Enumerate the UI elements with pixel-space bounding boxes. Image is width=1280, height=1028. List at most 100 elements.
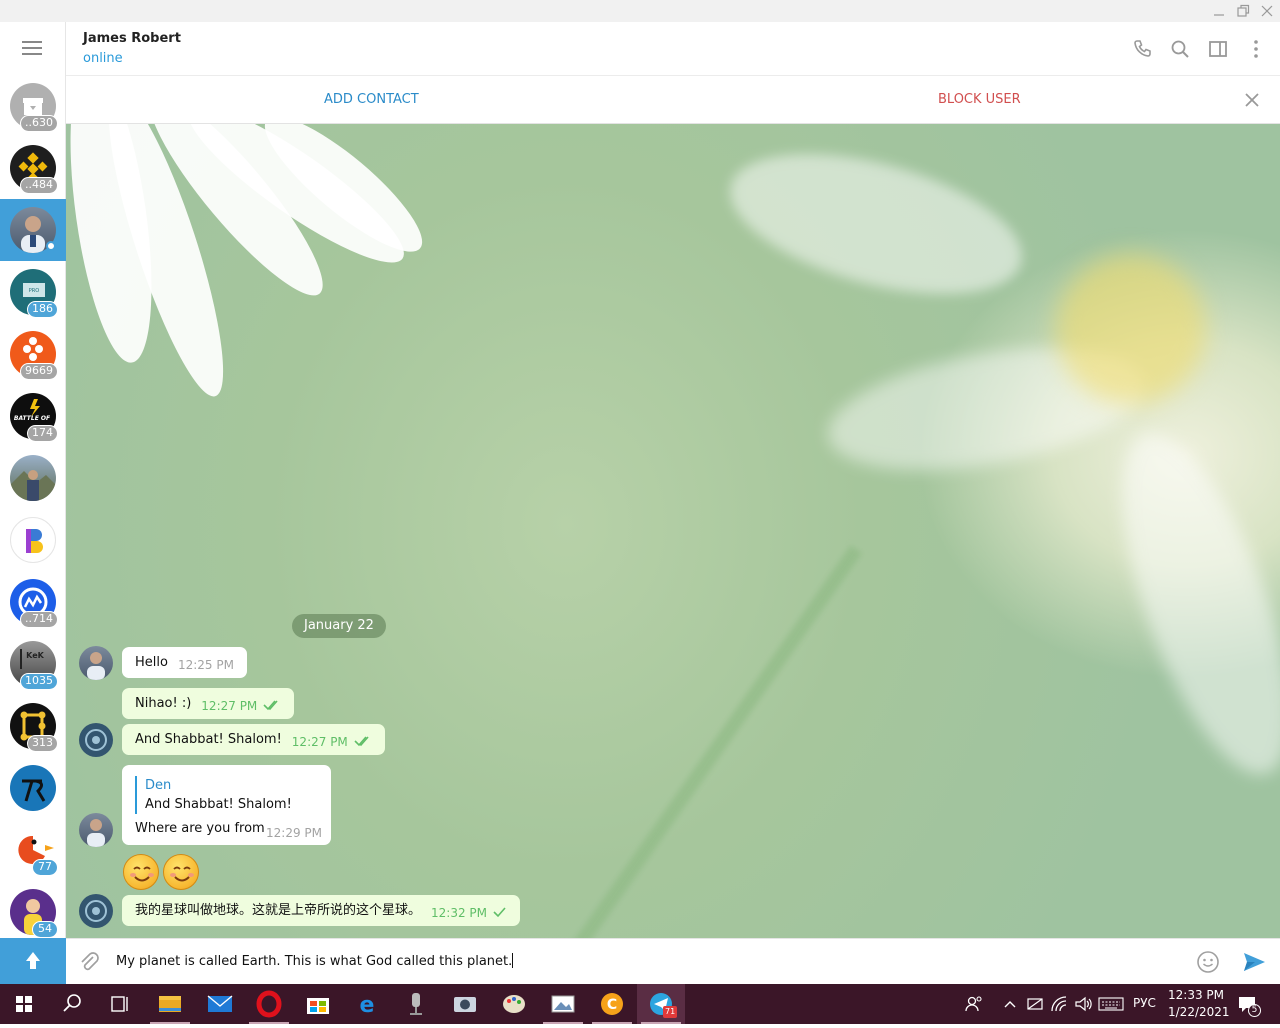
send-icon[interactable] <box>1241 949 1267 975</box>
keyboard-icon[interactable] <box>1098 996 1124 1012</box>
taskbar-clock[interactable]: 12:33 PM 1/22/2021 <box>1168 987 1230 1021</box>
unread-badge: 9669 <box>20 363 58 380</box>
message-text: Nihao! :) <box>135 696 192 711</box>
reply-message-bubble[interactable]: Den And Shabbat! Shalom! Where are you f… <box>122 765 331 845</box>
chat-item-mountain-person[interactable] <box>10 455 56 501</box>
sidebar-toggle-icon[interactable] <box>1206 37 1230 61</box>
chat-item-battle-of-traders[interactable]: BATTLE OF 174 <box>10 393 58 442</box>
search-button[interactable] <box>48 984 96 1024</box>
chevron-up-icon[interactable] <box>1002 996 1018 1012</box>
chat-item-tr-logo[interactable] <box>10 765 56 811</box>
chat-item-kick[interactable]: KeK 1035 <box>10 641 58 690</box>
close-window-button[interactable] <box>1259 3 1275 19</box>
chat-item-ring-gold[interactable]: 313 <box>10 703 58 752</box>
opera-button[interactable] <box>245 984 293 1024</box>
unread-badge: ..484 <box>20 177 58 194</box>
tr-logo-icon <box>10 765 56 811</box>
mountain-person-avatar <box>10 455 56 501</box>
chat-item-james-robert[interactable] <box>10 207 56 253</box>
chat-item-pro-blockchain[interactable]: PRO 186 <box>10 269 58 318</box>
message-time: 12:27 PM <box>201 699 258 713</box>
microphone-app-button[interactable] <box>392 984 440 1024</box>
telegram-taskbar-button[interactable]: 71 <box>637 984 685 1024</box>
input-indicator-icon[interactable] <box>1026 995 1044 1013</box>
chat-item-pacman-bird[interactable]: 77 <box>10 827 58 876</box>
add-contact-button[interactable]: ADD CONTACT <box>324 92 419 107</box>
chat-list-sidebar: ..630 ..484 PRO 186 9669 BATTLE OF 174 .… <box>0 22 66 984</box>
more-options-icon[interactable] <box>1244 37 1268 61</box>
unread-badge: 77 <box>32 859 58 876</box>
reply-quoted-text[interactable]: And Shabbat! Shalom! <box>145 797 292 812</box>
peer-name[interactable]: James Robert <box>83 31 181 46</box>
single-check-icon <box>493 899 507 930</box>
start-button[interactable] <box>0 984 48 1024</box>
message-text: Hello <box>135 655 168 670</box>
scroll-to-top-button[interactable] <box>0 938 66 984</box>
chat-item-bitcoin-b[interactable] <box>10 517 56 563</box>
svg-text:KeK: KeK <box>26 651 44 660</box>
camera-app-button[interactable] <box>441 984 489 1024</box>
message-text: And Shabbat! Shalom! <box>135 732 282 747</box>
message-bubble[interactable]: Nihao! :) 12:27 PM <box>122 688 295 719</box>
message-time: 12:29 PM <box>266 826 322 840</box>
james-robert-avatar[interactable] <box>79 813 113 847</box>
unread-badge: ..630 <box>20 115 58 132</box>
photos-button[interactable] <box>539 984 587 1024</box>
c-app-button[interactable]: C <box>588 984 636 1024</box>
people-icon[interactable] <box>964 994 984 1014</box>
chat-item-binance[interactable]: ..484 <box>10 145 58 194</box>
windows-taskbar: e C 71 РУС 12:33 PM 1/22/2021 5 <box>0 984 1280 1024</box>
clock-time: 12:33 PM <box>1168 988 1224 1002</box>
unread-badge: 174 <box>27 425 58 442</box>
svg-text:PRO: PRO <box>29 288 39 294</box>
james-robert-avatar[interactable] <box>79 646 113 680</box>
emoji-icon[interactable] <box>1196 950 1220 974</box>
task-view-button[interactable] <box>96 984 144 1024</box>
attach-icon[interactable] <box>77 950 101 974</box>
chat-item-archive[interactable]: ..630 <box>10 83 58 132</box>
mail-button[interactable] <box>196 984 244 1024</box>
message-bubble[interactable]: 我的星球叫做地球。这就是上帝所说的这个星球。 12:32 PM <box>122 895 521 926</box>
chat-item-purple-person[interactable]: 54 <box>10 889 58 938</box>
chat-header: James Robert online <box>66 22 1280 76</box>
paint-button[interactable] <box>490 984 538 1024</box>
message-time: 12:32 PM <box>431 906 488 920</box>
c-app-icon: C <box>601 993 623 1015</box>
smiling-face-emoji[interactable] <box>123 854 159 890</box>
task-view-icon <box>111 996 128 1012</box>
file-explorer-button[interactable] <box>146 984 194 1024</box>
own-avatar[interactable] <box>79 894 113 928</box>
message-bubble[interactable]: And Shabbat! Shalom! 12:27 PM <box>122 724 385 755</box>
language-indicator[interactable]: РУС <box>1133 996 1156 1010</box>
edge-icon: e <box>360 993 375 1018</box>
block-user-button[interactable]: BLOCK USER <box>938 92 1021 107</box>
hamburger-menu-icon[interactable] <box>22 41 44 57</box>
phone-icon[interactable] <box>1130 37 1154 61</box>
notification-center-icon[interactable]: 5 <box>1236 993 1261 1017</box>
restore-button[interactable] <box>1235 3 1251 19</box>
close-icon[interactable] <box>1240 88 1264 112</box>
smiling-face-emoji[interactable] <box>163 854 199 890</box>
minimize-button[interactable] <box>1211 3 1227 19</box>
own-avatar[interactable] <box>79 723 113 757</box>
mail-icon <box>207 995 233 1012</box>
store-button[interactable] <box>294 984 342 1024</box>
clock-date: 1/22/2021 <box>1168 1005 1230 1019</box>
chat-item-crypto-orange[interactable]: 9669 <box>10 331 58 380</box>
search-icon[interactable] <box>1168 37 1192 61</box>
unread-badge: 186 <box>27 301 58 318</box>
chat-background: January 22 Hello 12:25 PM Nihao! :) 12:27 … <box>66 124 1280 938</box>
edge-button[interactable]: e <box>343 984 391 1024</box>
volume-icon[interactable] <box>1074 995 1094 1013</box>
reply-author[interactable]: Den <box>145 778 171 793</box>
double-check-icon <box>263 692 281 723</box>
folder-icon <box>159 996 181 1012</box>
chat-item-coinmarketcap[interactable]: ..714 <box>10 579 58 628</box>
wifi-icon[interactable] <box>1050 995 1070 1013</box>
message-bubble[interactable]: Hello 12:25 PM <box>122 647 247 678</box>
message-input[interactable]: My planet is called Earth. This is what … <box>116 953 514 969</box>
daisy-petal <box>715 127 1037 321</box>
message-time: 12:25 PM <box>177 658 234 672</box>
message-time: 12:27 PM <box>291 735 348 749</box>
notification-count: 5 <box>1248 1004 1261 1017</box>
